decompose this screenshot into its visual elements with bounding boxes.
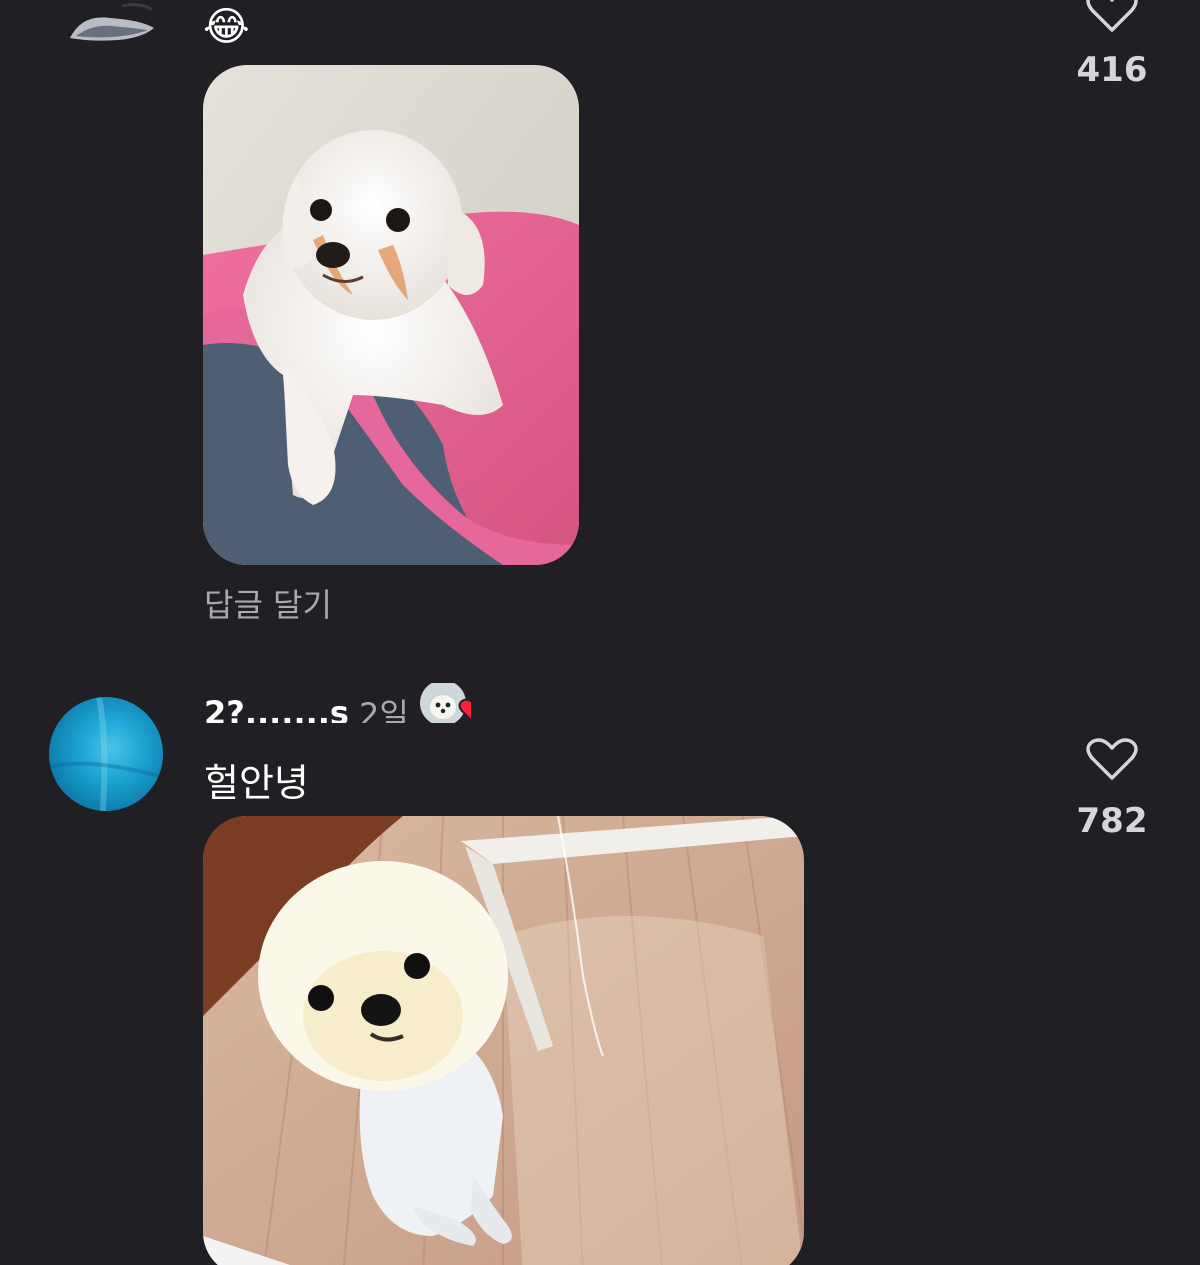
comment-photo-white-dog[interactable] (203, 816, 804, 1265)
author-liked-badge (419, 683, 471, 723)
comment-photo-maltese-dog[interactable] (203, 65, 579, 565)
comment-text: 헐안녕 (204, 761, 309, 805)
commenter-avatar[interactable] (62, 0, 162, 50)
like-count: 782 (1076, 801, 1148, 841)
reply-button[interactable]: 답글 달기 (204, 580, 332, 626)
comment-timestamp: 2일 (358, 696, 409, 723)
red-heart-icon (458, 698, 471, 722)
commenter-avatar[interactable] (49, 697, 163, 811)
like-count: 416 (1076, 50, 1148, 90)
comments-page: 😂 답글 달기 416 2?.......s 2일 헐안녕 782 (0, 0, 1200, 1265)
comment-meta: 2?.......s 2일 (204, 683, 471, 723)
comment-username[interactable]: 2?.......s (204, 694, 349, 723)
heart-outline-icon[interactable] (1086, 738, 1138, 786)
heart-outline-icon[interactable] (1086, 0, 1138, 38)
comment-emoji: 😂 (203, 4, 250, 50)
